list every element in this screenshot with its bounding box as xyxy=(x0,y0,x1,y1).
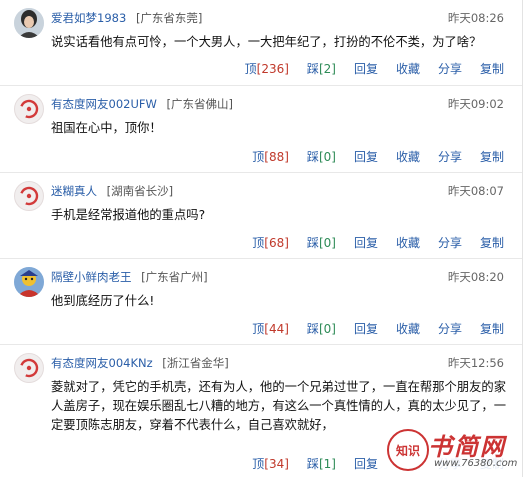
reply-button[interactable]: 回复 xyxy=(354,234,378,251)
comment-time: 昨天09:02 xyxy=(447,97,504,111)
copy-button[interactable]: 复制 xyxy=(480,234,504,251)
comment-time: 昨天12:56 xyxy=(447,356,504,370)
username-link[interactable]: 爱君如梦1983 xyxy=(51,11,126,25)
comment-item: 迷糊真人 [湖南省长沙] 昨天08:07 手机是经常报道他的重点吗? 顶[68]… xyxy=(0,173,522,259)
comment-actions: 顶[236] 踩[2] 回复 收藏 分享 复制 xyxy=(227,60,504,77)
comment-text: 祖国在心中，顶你！ xyxy=(51,121,162,135)
share-button[interactable]: 分享 xyxy=(438,60,462,77)
share-button[interactable]: 分享 xyxy=(438,320,462,337)
reply-button[interactable]: 回复 xyxy=(354,455,378,472)
comment-list: 爱君如梦1983 [广东省东莞] 昨天08:26 说实话看他有点可怜，一个大男人… xyxy=(0,0,523,477)
downvote-button[interactable]: 踩[0] xyxy=(307,320,336,337)
avatar[interactable] xyxy=(14,267,44,297)
share-button[interactable]: 分享 xyxy=(438,234,462,251)
comment-text: 说实话看他有点可怜，一个大男人，一大把年纪了，打扮的不伦不类，为了啥？ xyxy=(51,35,482,49)
downvote-button[interactable]: 踩[2] xyxy=(307,60,336,77)
share-button[interactable]: 分享 xyxy=(438,148,462,165)
comment-actions: 顶[88] 踩[0] 回复 收藏 分享 复制 xyxy=(234,148,504,165)
avatar[interactable] xyxy=(14,94,44,124)
comment-time: 昨天08:20 xyxy=(447,270,504,284)
upvote-button[interactable]: 顶[34] xyxy=(252,455,289,472)
default-avatar-icon xyxy=(19,99,39,119)
user-location: [湖南省长沙] xyxy=(106,184,174,198)
username-link[interactable]: 有态度网友002UFW xyxy=(51,97,157,111)
watermark-logo-icon: 知识 xyxy=(387,429,429,471)
favorite-button[interactable]: 收藏 xyxy=(396,320,420,337)
downvote-button[interactable]: 踩[0] xyxy=(307,148,336,165)
downvote-button[interactable]: 踩[1] xyxy=(307,455,336,472)
avatar[interactable] xyxy=(14,181,44,211)
upvote-button[interactable]: 顶[236] xyxy=(245,60,289,77)
upvote-button[interactable]: 顶[88] xyxy=(252,148,289,165)
user-photo-icon xyxy=(14,267,44,297)
upvote-button[interactable]: 顶[68] xyxy=(252,234,289,251)
comment-text: 他到底经历了什么! xyxy=(51,294,155,308)
username-link[interactable]: 隔壁小鲜肉老王 xyxy=(51,270,132,284)
favorite-button[interactable]: 收藏 xyxy=(396,234,420,251)
favorite-button[interactable]: 收藏 xyxy=(396,60,420,77)
downvote-button[interactable]: 踩[0] xyxy=(307,234,336,251)
user-location: [广东省佛山] xyxy=(166,97,233,111)
comment-item: 有态度网友002UFW [广东省佛山] 昨天09:02 祖国在心中，顶你！ 顶[… xyxy=(0,86,522,173)
site-watermark: 知识 书简网 www.76380.com xyxy=(386,425,518,473)
watermark-brand: 书简网 xyxy=(428,432,506,461)
default-avatar-icon xyxy=(19,186,39,206)
comment-time: 昨天08:26 xyxy=(447,11,504,25)
watermark-url: www.76380.com xyxy=(434,458,518,469)
username-link[interactable]: 有态度网友004KNz xyxy=(51,356,153,370)
comment-time: 昨天08:07 xyxy=(447,184,504,198)
upvote-button[interactable]: 顶[44] xyxy=(252,320,289,337)
reply-button[interactable]: 回复 xyxy=(354,60,378,77)
comment-item: 爱君如梦1983 [广东省东莞] 昨天08:26 说实话看他有点可怜，一个大男人… xyxy=(0,0,522,86)
copy-button[interactable]: 复制 xyxy=(480,148,504,165)
comment-actions: 顶[44] 踩[0] 回复 收藏 分享 复制 xyxy=(234,320,504,337)
user-location: [浙江省金华] xyxy=(162,356,229,370)
default-avatar-icon xyxy=(19,358,39,378)
favorite-button[interactable]: 收藏 xyxy=(396,148,420,165)
comment-text: 手机是经常报道他的重点吗? xyxy=(51,208,206,222)
reply-button[interactable]: 回复 xyxy=(354,148,378,165)
user-photo-icon xyxy=(14,8,44,38)
comment-actions: 顶[68] 踩[0] 回复 收藏 分享 复制 xyxy=(234,234,504,251)
user-location: [广东省广州] xyxy=(141,270,208,284)
copy-button[interactable]: 复制 xyxy=(480,60,504,77)
comment-item: 隔壁小鲜肉老王 [广东省广州] 昨天08:20 他到底经历了什么! 顶[44] … xyxy=(0,259,522,345)
reply-button[interactable]: 回复 xyxy=(354,320,378,337)
copy-button[interactable]: 复制 xyxy=(480,320,504,337)
user-location: [广东省东莞] xyxy=(135,11,203,25)
avatar[interactable] xyxy=(14,8,44,38)
username-link[interactable]: 迷糊真人 xyxy=(51,184,97,198)
avatar[interactable] xyxy=(14,353,44,383)
